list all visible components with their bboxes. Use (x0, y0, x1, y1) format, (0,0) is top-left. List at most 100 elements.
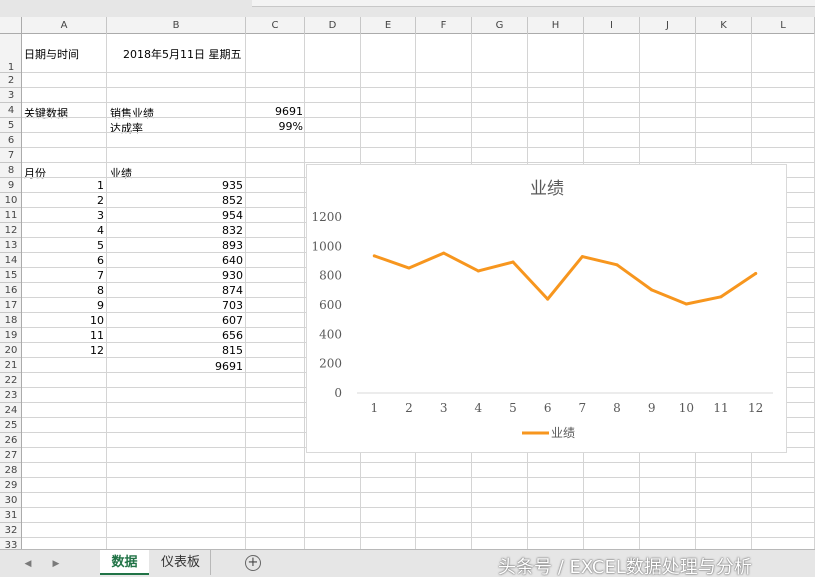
column-header-j[interactable]: J (640, 17, 696, 34)
grid-row-line (22, 102, 815, 103)
row-header-12[interactable]: 12 (0, 223, 21, 238)
row-header-14[interactable]: 14 (0, 253, 21, 268)
row-header-33[interactable]: 33 (0, 538, 21, 549)
row-header-8[interactable]: 8 (0, 163, 21, 178)
row-header-20[interactable]: 20 (0, 343, 21, 358)
row-header-28[interactable]: 28 (0, 463, 21, 478)
column-header-d[interactable]: D (305, 17, 361, 34)
row-header-bar: 1 2 3 4 5 6 7 8 9 10 11 12 13 14 15 16 17 18 19 20 21 22 23 24 2… (0, 34, 22, 549)
column-header-c[interactable]: C (246, 17, 305, 34)
row-header-19[interactable]: 19 (0, 328, 21, 343)
row-header-32[interactable]: 32 (0, 523, 21, 538)
row-header-4[interactable]: 4 (0, 103, 21, 118)
x-tick-label: 5 (509, 401, 517, 415)
row-header-1[interactable]: 1 (0, 34, 21, 73)
month-cell[interactable]: 4 (22, 224, 104, 237)
column-header-k[interactable]: K (696, 17, 752, 34)
month-cell[interactable]: 9 (22, 299, 104, 312)
column-header-a[interactable]: A (22, 17, 107, 34)
tab-data-sheet[interactable]: 数据 (100, 550, 149, 575)
x-tick-label: 3 (440, 401, 448, 415)
value-cell[interactable]: 852 (108, 194, 243, 207)
column-header-b[interactable]: B (107, 17, 246, 34)
y-tick-label: 600 (319, 298, 342, 312)
row-header-25[interactable]: 25 (0, 418, 21, 433)
row-header-26[interactable]: 26 (0, 433, 21, 448)
row-header-22[interactable]: 22 (0, 373, 21, 388)
x-tick-label: 7 (579, 401, 587, 415)
value-cell[interactable]: 640 (108, 254, 243, 267)
next-sheet-icon[interactable]: ▶ (48, 556, 64, 572)
row-header-13[interactable]: 13 (0, 238, 21, 253)
value-cell[interactable]: 874 (108, 284, 243, 297)
column-header-h[interactable]: H (528, 17, 584, 34)
chart-title: 业绩 (530, 179, 564, 199)
column-header-f[interactable]: F (416, 17, 472, 34)
value-cell[interactable]: 954 (108, 209, 243, 222)
month-cell[interactable]: 7 (22, 269, 104, 282)
row-header-6[interactable]: 6 (0, 133, 21, 148)
column-header-e[interactable]: E (361, 17, 416, 34)
data-point (615, 263, 619, 267)
month-cell[interactable]: 1 (22, 179, 104, 192)
month-cell[interactable]: 11 (22, 329, 104, 342)
value-cell[interactable]: 607 (108, 314, 243, 327)
tab-dashboard-sheet[interactable]: 仪表板 (151, 550, 211, 575)
data-point (442, 251, 446, 255)
row-header-9[interactable]: 9 (0, 178, 21, 193)
row-header-30[interactable]: 30 (0, 493, 21, 508)
row-header-7[interactable]: 7 (0, 148, 21, 163)
row-header-17[interactable]: 17 (0, 298, 21, 313)
horizontal-scroll-track[interactable] (252, 0, 815, 7)
month-cell[interactable]: 6 (22, 254, 104, 267)
row-header-18[interactable]: 18 (0, 313, 21, 328)
x-tick-label: 6 (544, 401, 552, 415)
x-tick-label: 11 (713, 401, 728, 415)
month-cell[interactable]: 12 (22, 344, 104, 357)
value-cell[interactable]: 893 (108, 239, 243, 252)
data-point (754, 271, 758, 275)
row-header-2[interactable]: 2 (0, 73, 21, 88)
month-cell[interactable]: 10 (22, 314, 104, 327)
chart-canvas: 业绩0200400600800100012001 2 3 4 5 6 7 8 9 10 11 12业绩 (311, 179, 773, 440)
month-cell[interactable]: 5 (22, 239, 104, 252)
row-header-11[interactable]: 11 (0, 208, 21, 223)
row-header-3[interactable]: 3 (0, 88, 21, 103)
column-header-g[interactable]: G (472, 17, 528, 34)
performance-line-chart[interactable]: 业绩 0 200 400 600 800 1000 1200 1 2 3 4 5 6 7 8 9 10 11 12 业绩 (306, 164, 787, 453)
row-header-23[interactable]: 23 (0, 388, 21, 403)
value-cell[interactable]: 703 (108, 299, 243, 312)
cell-a4[interactable]: 关键数据 (24, 105, 68, 121)
data-point (719, 295, 723, 299)
legend-label: 业绩 (551, 426, 575, 440)
row-header-16[interactable]: 16 (0, 283, 21, 298)
value-cell[interactable]: 935 (108, 179, 243, 192)
column-header-i[interactable]: I (584, 17, 640, 34)
grid-row-line (22, 87, 815, 88)
cell-b1[interactable]: 2018年5月11日 星期五 (123, 46, 242, 62)
cell-b5[interactable]: 达成率 (110, 120, 143, 136)
row-header-29[interactable]: 29 (0, 478, 21, 493)
month-cell[interactable]: 3 (22, 209, 104, 222)
add-sheet-icon[interactable]: + (245, 555, 261, 571)
row-header-24[interactable]: 24 (0, 403, 21, 418)
grid-row-line (22, 537, 815, 538)
row-header-10[interactable]: 10 (0, 193, 21, 208)
row-header-15[interactable]: 15 (0, 268, 21, 283)
month-cell[interactable]: 2 (22, 194, 104, 207)
month-cell[interactable]: 8 (22, 284, 104, 297)
row-header-21[interactable]: 21 (0, 358, 21, 373)
value-cell[interactable]: 815 (108, 344, 243, 357)
cell-a1[interactable]: 日期与时间 (24, 46, 79, 62)
prev-sheet-icon[interactable]: ◀ (20, 556, 36, 572)
select-all-corner[interactable] (0, 17, 22, 34)
row-header-27[interactable]: 27 (0, 448, 21, 463)
value-cell[interactable]: 656 (108, 329, 243, 342)
value-cell[interactable]: 930 (108, 269, 243, 282)
value-cell[interactable]: 832 (108, 224, 243, 237)
column-header-l[interactable]: L (752, 17, 815, 34)
row-header-5[interactable]: 5 (0, 118, 21, 133)
grid-column-line (304, 34, 305, 549)
row-header-31[interactable]: 31 (0, 508, 21, 523)
cell-b4[interactable]: 销售业绩 (110, 105, 154, 121)
